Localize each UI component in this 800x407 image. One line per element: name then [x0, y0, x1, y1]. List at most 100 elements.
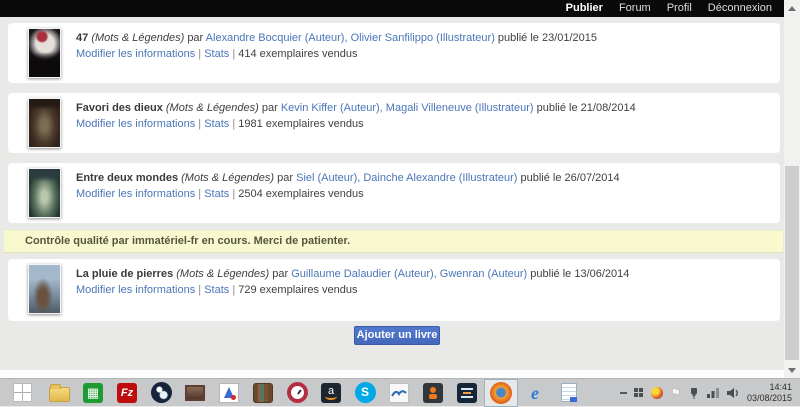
book-line-1: 47 (Mots & Légendes) par Alexandre Bocqu… [76, 30, 597, 46]
nav-deconnexion[interactable]: Déconnexion [708, 0, 772, 17]
scroll-up-arrow-icon[interactable] [784, 0, 800, 16]
book-authors-link[interactable]: Guillaume Dalaudier (Auteur), Gwenran (A… [291, 268, 527, 280]
book-cover-thumbnail [28, 168, 61, 218]
book-line-2: Modifier les informations | Stats | 2504… [76, 186, 620, 202]
book-info: La pluie de pierres (Mots & Légendes) pa… [76, 266, 629, 298]
filezilla-icon: Fz [117, 383, 137, 403]
volume-icon[interactable] [727, 387, 740, 399]
notepad-button[interactable] [552, 379, 586, 407]
stats-link[interactable]: Stats [204, 118, 229, 130]
firefox-icon [490, 382, 512, 404]
published-date: publié le 26/07/2014 [521, 172, 620, 184]
book-card: La pluie de pierres (Mots & Légendes) pa… [8, 259, 780, 321]
openoffice-button[interactable] [382, 379, 416, 407]
separator: | [232, 284, 235, 296]
separator: | [232, 48, 235, 60]
by-label: par [277, 172, 293, 184]
steam-icon [151, 382, 172, 403]
action-center-flag-icon[interactable]: ⚑ [670, 387, 681, 399]
book-cover-thumbnail [28, 264, 61, 314]
clock-date: 03/08/2015 [747, 393, 792, 404]
usb-eject-icon[interactable] [688, 387, 700, 399]
separator: | [232, 118, 235, 130]
by-label: par [262, 102, 278, 114]
folder-icon [49, 387, 70, 402]
book-line-2: Modifier les informations | Stats | 414 … [76, 46, 597, 62]
calibre-button[interactable] [246, 379, 280, 407]
book-line-1: Entre deux mondes (Mots & Légendes) par … [76, 170, 620, 186]
notepad-icon [561, 383, 577, 402]
book-series: (Mots & Légendes) [176, 268, 269, 280]
scrollbar-thumb[interactable] [785, 166, 799, 360]
by-label: par [187, 32, 203, 44]
book-series: (Mots & Légendes) [166, 102, 259, 114]
kindle-pc-button[interactable] [450, 379, 484, 407]
calibre-books-icon [253, 383, 273, 403]
book-title: 47 [76, 32, 88, 44]
edit-info-link[interactable]: Modifier les informations [76, 284, 195, 296]
calculator-button[interactable]: ▦ [76, 379, 110, 407]
book-line-1: Favori des dieux (Mots & Légendes) par K… [76, 100, 636, 116]
published-date: publié le 13/06/2014 [530, 268, 629, 280]
book-series: (Mots & Légendes) [91, 32, 184, 44]
steam-button[interactable] [144, 379, 178, 407]
firefox-button[interactable] [484, 379, 518, 407]
nav-profil[interactable]: Profil [667, 0, 692, 17]
kindle-reader-icon [423, 383, 443, 403]
book-authors-link[interactable]: Kevin Kiffer (Auteur), Magali Villeneuve… [281, 102, 534, 114]
book-info: Favori des dieux (Mots & Légendes) par K… [76, 100, 636, 132]
picture-frame-icon [185, 385, 205, 401]
stats-link[interactable]: Stats [204, 284, 229, 296]
nav-forum[interactable]: Forum [619, 0, 651, 17]
amazon-button[interactable]: a [314, 379, 348, 407]
by-label: par [272, 268, 288, 280]
calculator-icon: ▦ [83, 383, 103, 403]
amazon-icon: a [321, 383, 341, 403]
book-title: Entre deux mondes [76, 172, 178, 184]
system-tray: ⚑ 14:41 03/08/2015 [620, 382, 800, 404]
photo-viewer-button[interactable] [178, 379, 212, 407]
edit-info-link[interactable]: Modifier les informations [76, 48, 195, 60]
alarm-clock-button[interactable] [280, 379, 314, 407]
kindle-pc-icon [457, 383, 477, 403]
edit-info-link[interactable]: Modifier les informations [76, 118, 195, 130]
book-title: Favori des dieux [76, 102, 163, 114]
internet-explorer-button[interactable]: e [518, 379, 552, 407]
sales-count: 2504 exemplaires vendus [238, 188, 363, 200]
book-line-1: La pluie de pierres (Mots & Légendes) pa… [76, 266, 629, 282]
windows-logo-icon [14, 384, 31, 401]
book-line-2: Modifier les informations | Stats | 1981… [76, 116, 636, 132]
separator: | [232, 188, 235, 200]
book-line-2: Modifier les informations | Stats | 729 … [76, 282, 629, 298]
scrollbar[interactable] [784, 0, 800, 378]
topbar: Publier Forum Profil Déconnexion [0, 0, 784, 17]
media-app-button[interactable] [212, 379, 246, 407]
alarm-clock-icon [287, 382, 308, 403]
tray-windows-icon[interactable] [634, 388, 644, 398]
scroll-down-arrow-icon[interactable] [784, 362, 800, 378]
book-info: Entre deux mondes (Mots & Légendes) par … [76, 170, 620, 202]
stats-link[interactable]: Stats [204, 188, 229, 200]
quality-control-notice: Contrôle qualité par immatériel-fr en co… [4, 230, 783, 253]
nav-publier[interactable]: Publier [566, 0, 603, 17]
skype-button[interactable]: S [348, 379, 382, 407]
taskbar-clock[interactable]: 14:41 03/08/2015 [747, 382, 795, 404]
hidden-icons-chevron[interactable] [620, 392, 627, 394]
published-date: publié le 21/08/2014 [537, 102, 636, 114]
internet-explorer-icon: e [531, 383, 539, 403]
tray-color-ball-icon[interactable] [651, 387, 663, 399]
file-explorer-button[interactable] [42, 379, 76, 407]
filezilla-button[interactable]: Fz [110, 379, 144, 407]
book-authors-link[interactable]: Alexandre Bocquier (Auteur), Olivier San… [206, 32, 495, 44]
separator: | [198, 188, 201, 200]
book-card: Favori des dieux (Mots & Légendes) par K… [8, 93, 780, 153]
kindle-button[interactable] [416, 379, 450, 407]
book-authors-link[interactable]: Siel (Auteur), Dainche Alexandre (Illust… [296, 172, 517, 184]
published-date: publié le 23/01/2015 [498, 32, 597, 44]
add-book-button[interactable]: Ajouter un livre [354, 326, 440, 345]
separator: | [198, 284, 201, 296]
network-icon[interactable] [707, 387, 720, 398]
stats-link[interactable]: Stats [204, 48, 229, 60]
start-button[interactable] [2, 379, 42, 407]
edit-info-link[interactable]: Modifier les informations [76, 188, 195, 200]
